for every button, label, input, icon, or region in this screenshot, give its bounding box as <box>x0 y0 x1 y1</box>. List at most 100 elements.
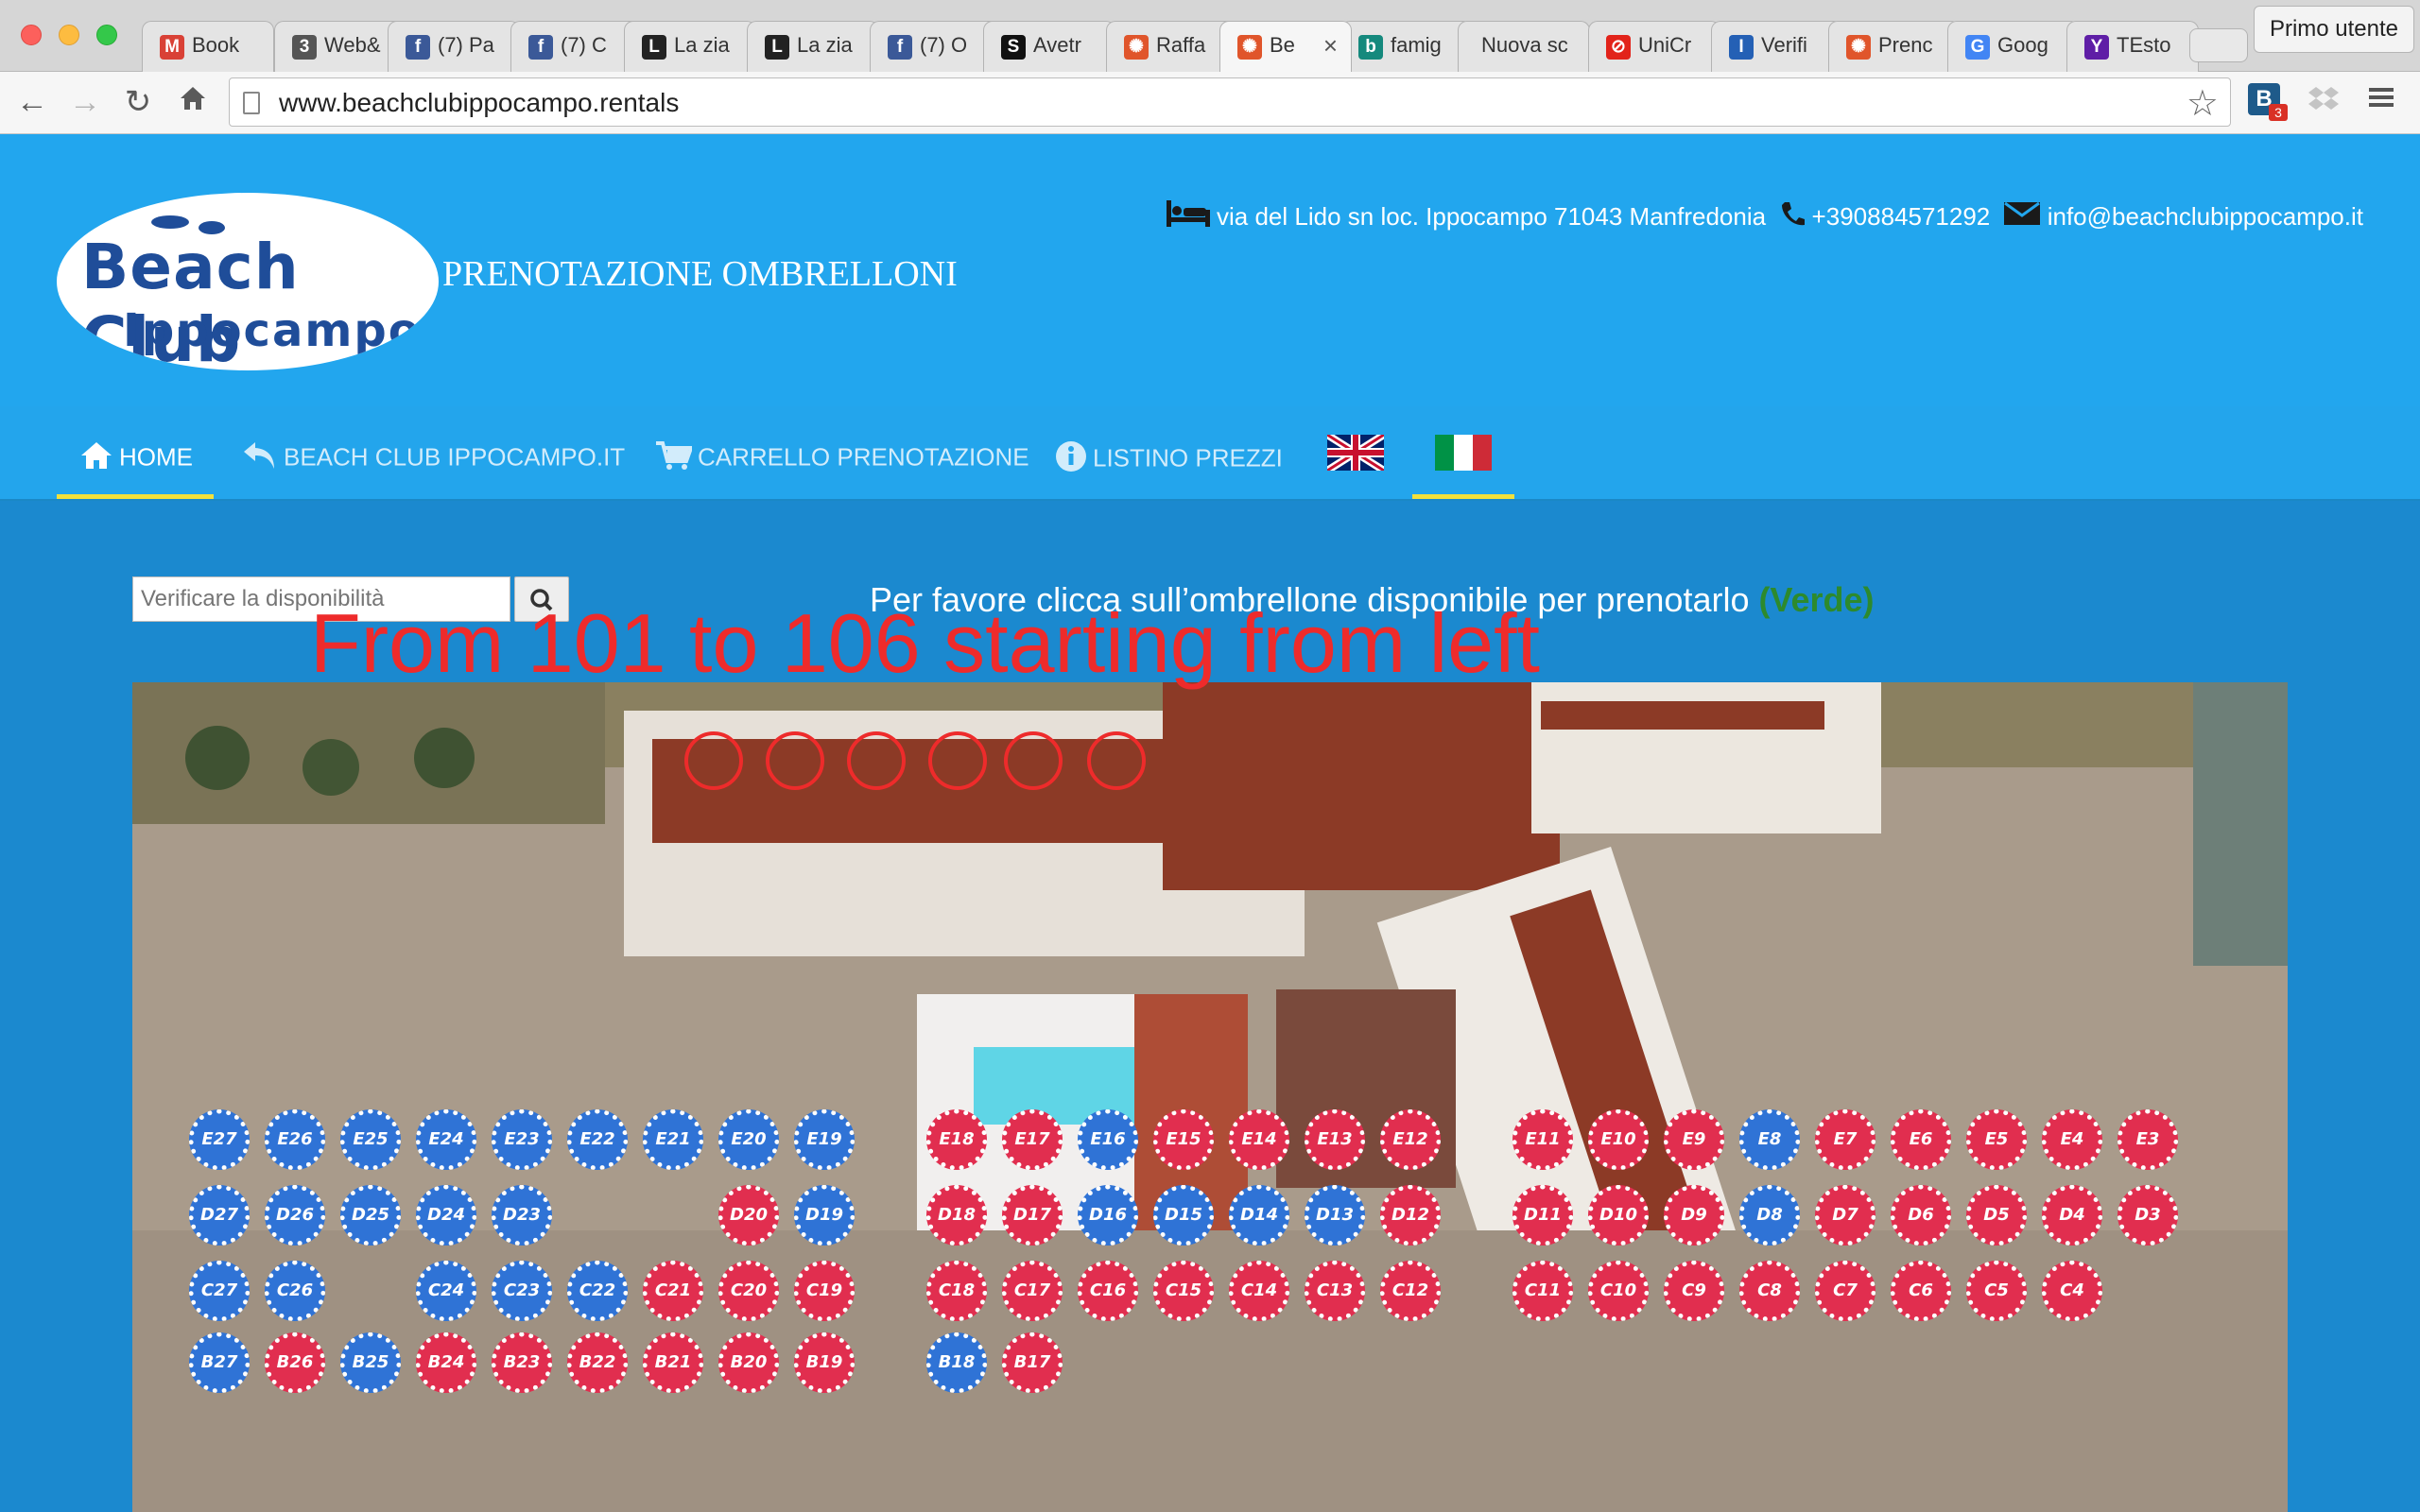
umbrella-c24[interactable]: C24 <box>416 1261 476 1321</box>
browser-tab[interactable]: f (7) C <box>510 21 643 72</box>
umbrella-d27[interactable]: D27 <box>189 1185 250 1246</box>
umbrella-d6[interactable]: D6 <box>1891 1185 1951 1246</box>
umbrella-d10[interactable]: D10 <box>1588 1185 1649 1246</box>
umbrella-c22[interactable]: C22 <box>567 1261 628 1321</box>
browser-tab[interactable]: S Avetr <box>983 21 1115 72</box>
umbrella-b18[interactable]: B18 <box>926 1332 987 1393</box>
umbrella-d11[interactable]: D11 <box>1512 1185 1573 1246</box>
browser-tab[interactable]: ✺ Prenc <box>1828 21 1961 72</box>
umbrella-e23[interactable]: E23 <box>492 1109 552 1170</box>
umbrella-d4[interactable]: D4 <box>2042 1185 2102 1246</box>
nav-home[interactable]: HOME <box>79 406 193 501</box>
browser-tab[interactable]: L La zia <box>747 21 879 72</box>
nav-beach-club-site[interactable]: BEACH CLUB IPPOCAMPO.IT <box>242 406 625 501</box>
browser-tab[interactable]: 3 Web& <box>274 21 406 72</box>
umbrella-c11[interactable]: C11 <box>1512 1261 1573 1321</box>
umbrella-c26[interactable]: C26 <box>265 1261 325 1321</box>
umbrella-c27[interactable]: C27 <box>189 1261 250 1321</box>
umbrella-e17[interactable]: E17 <box>1002 1109 1063 1170</box>
umbrella-b19[interactable]: B19 <box>794 1332 855 1393</box>
back-icon[interactable]: ← <box>13 83 51 121</box>
browser-tab[interactable]: ✺ Be × <box>1219 21 1352 72</box>
italian-flag-icon[interactable] <box>1435 435 1492 471</box>
umbrella-d23[interactable]: D23 <box>492 1185 552 1246</box>
umbrella-e14[interactable]: E14 <box>1229 1109 1289 1170</box>
umbrella-e10[interactable]: E10 <box>1588 1109 1649 1170</box>
umbrella-b27[interactable]: B27 <box>189 1332 250 1393</box>
umbrella-d17[interactable]: D17 <box>1002 1185 1063 1246</box>
umbrella-e6[interactable]: E6 <box>1891 1109 1951 1170</box>
umbrella-d19[interactable]: D19 <box>794 1185 855 1246</box>
umbrella-c10[interactable]: C10 <box>1588 1261 1649 1321</box>
home-icon[interactable] <box>174 83 212 121</box>
umbrella-c7[interactable]: C7 <box>1815 1261 1876 1321</box>
umbrella-c12[interactable]: C12 <box>1380 1261 1441 1321</box>
browser-tab[interactable]: ⊘ UniCr <box>1588 21 1720 72</box>
phone-number[interactable]: +390884571292 <box>1812 202 1991 232</box>
close-window-button[interactable] <box>21 25 42 45</box>
umbrella-d26[interactable]: D26 <box>265 1185 325 1246</box>
umbrella-e24[interactable]: E24 <box>416 1109 476 1170</box>
umbrella-b26[interactable]: B26 <box>265 1332 325 1393</box>
browser-tab[interactable]: I Verifi <box>1711 21 1843 72</box>
maximize-window-button[interactable] <box>96 25 117 45</box>
forward-icon[interactable]: → <box>66 83 104 121</box>
nav-prices[interactable]: LISTINO PREZZI <box>1055 406 1283 501</box>
umbrella-e4[interactable]: E4 <box>2042 1109 2102 1170</box>
umbrella-d15[interactable]: D15 <box>1153 1185 1214 1246</box>
umbrella-c16[interactable]: C16 <box>1078 1261 1138 1321</box>
bookmark-star-icon[interactable]: ☆ <box>2187 82 2219 125</box>
umbrella-e7[interactable]: E7 <box>1815 1109 1876 1170</box>
umbrella-e27[interactable]: E27 <box>189 1109 250 1170</box>
umbrella-c23[interactable]: C23 <box>492 1261 552 1321</box>
browser-tab[interactable]: G Goog <box>1947 21 2080 72</box>
umbrella-d18[interactable]: D18 <box>926 1185 987 1246</box>
umbrella-b23[interactable]: B23 <box>492 1332 552 1393</box>
address-bar[interactable]: www.beachclubippocampo.rentals ☆ <box>229 77 2231 127</box>
minimize-window-button[interactable] <box>59 25 79 45</box>
umbrella-e5[interactable]: E5 <box>1966 1109 2027 1170</box>
umbrella-e16[interactable]: E16 <box>1078 1109 1138 1170</box>
umbrella-d13[interactable]: D13 <box>1305 1185 1365 1246</box>
email-address[interactable]: info@beachclubippocampo.it <box>2048 202 2363 232</box>
reload-icon[interactable]: ↻ <box>119 83 157 121</box>
umbrella-e22[interactable]: E22 <box>567 1109 628 1170</box>
umbrella-b20[interactable]: B20 <box>718 1332 779 1393</box>
browser-tab[interactable]: L La zia <box>624 21 756 72</box>
umbrella-d16[interactable]: D16 <box>1078 1185 1138 1246</box>
umbrella-e11[interactable]: E11 <box>1512 1109 1573 1170</box>
umbrella-d8[interactable]: D8 <box>1739 1185 1800 1246</box>
umbrella-d5[interactable]: D5 <box>1966 1185 2027 1246</box>
umbrella-b21[interactable]: B21 <box>643 1332 703 1393</box>
umbrella-b25[interactable]: B25 <box>340 1332 401 1393</box>
browser-tab[interactable]: ✺ Raffa <box>1106 21 1238 72</box>
profile-button[interactable]: Primo utente <box>2254 6 2414 53</box>
close-tab-icon[interactable]: × <box>1323 31 1338 60</box>
umbrella-c14[interactable]: C14 <box>1229 1261 1289 1321</box>
umbrella-e25[interactable]: E25 <box>340 1109 401 1170</box>
umbrella-d9[interactable]: D9 <box>1664 1185 1724 1246</box>
umbrella-e3[interactable]: E3 <box>2118 1109 2178 1170</box>
umbrella-c18[interactable]: C18 <box>926 1261 987 1321</box>
umbrella-c9[interactable]: C9 <box>1664 1261 1724 1321</box>
browser-tab[interactable]: f (7) O <box>870 21 1002 72</box>
umbrella-e13[interactable]: E13 <box>1305 1109 1365 1170</box>
browser-tab[interactable]: M Book <box>142 21 274 72</box>
umbrella-e18[interactable]: E18 <box>926 1109 987 1170</box>
umbrella-c21[interactable]: C21 <box>643 1261 703 1321</box>
umbrella-b17[interactable]: B17 <box>1002 1332 1063 1393</box>
umbrella-e26[interactable]: E26 <box>265 1109 325 1170</box>
umbrella-b22[interactable]: B22 <box>567 1332 628 1393</box>
umbrella-c19[interactable]: C19 <box>794 1261 855 1321</box>
umbrella-d12[interactable]: D12 <box>1380 1185 1441 1246</box>
umbrella-e15[interactable]: E15 <box>1153 1109 1214 1170</box>
umbrella-c5[interactable]: C5 <box>1966 1261 2027 1321</box>
menu-icon[interactable] <box>2367 83 2403 119</box>
umbrella-d7[interactable]: D7 <box>1815 1185 1876 1246</box>
beach-club-logo[interactable]: Beach Club Ippocampo <box>57 193 439 370</box>
umbrella-c13[interactable]: C13 <box>1305 1261 1365 1321</box>
english-flag-icon[interactable] <box>1324 431 1387 474</box>
new-tab-button[interactable] <box>2189 28 2248 62</box>
umbrella-e9[interactable]: E9 <box>1664 1109 1724 1170</box>
browser-tab[interactable]: Y TEsto <box>2066 21 2199 72</box>
